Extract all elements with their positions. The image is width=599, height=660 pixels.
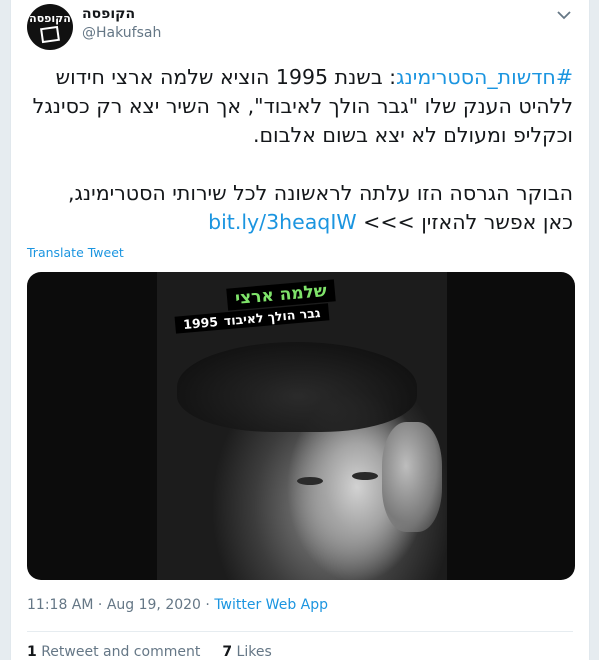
display-name[interactable]: הקופסה [82,6,135,22]
tweet-source-link[interactable]: Twitter Web App [214,597,328,613]
translate-tweet-link[interactable]: Translate Tweet [27,245,124,260]
likes-count: 7 [222,644,233,660]
divider [27,631,573,632]
box-icon [40,25,60,43]
meta-separator-2: · [200,597,215,613]
tweet-media[interactable]: שלמה ארצי 1995 גבר הולך לאיבוד [27,272,575,580]
tweet-line-1-text: : בשנת 1995 הוציא שלמה ארצי חידוש [55,65,397,89]
tweet-time[interactable]: 11:18 AM [27,597,93,613]
tweet-line-4: הבוקר הגרסה הזו עלתה לראשונה לכל שירותי … [67,181,573,205]
likes-stat[interactable]: 7 Likes [222,644,271,660]
tweet-text: #חדשות_הסטרימינג: בשנת 1995 הוציא שלמה א… [27,63,573,237]
likes-label: Likes [236,644,272,660]
photo-hair [177,342,417,432]
tweet-paragraph-gap [27,150,573,179]
photo-eye-left [297,477,323,485]
retweets-count: 1 [27,644,37,660]
user-handle[interactable]: @Hakufsah [82,25,161,41]
avatar-logo-text: הקופסה [29,11,71,25]
tweet-stats: 1 Retweet and comment 7 Likes [27,644,272,660]
tweet-line-3: וכקליפ ומעולם לא יצא בשום אלבום. [252,123,573,147]
short-link[interactable]: bit.ly/3heaqIW [208,210,357,234]
tweet-line-5-text: כאן אפשר להאזין >>> [363,210,573,234]
song-year: 1995 [182,313,219,332]
hashtag-link[interactable]: #חדשות_הסטרימינג [396,65,573,89]
tweet-line-1: #חדשות_הסטרימינג: בשנת 1995 הוציא שלמה א… [27,63,573,92]
photo-hand [382,422,442,532]
photo-eye-right [352,472,378,480]
retweets-label: Retweet and comment [41,644,201,660]
tweet-date[interactable]: Aug 19, 2020 [107,597,201,613]
tweet-card: הקופסה הקופסה @Hakufsah #חדשות_הסטרימינג… [10,0,590,660]
chevron-down-icon-svg [557,10,571,19]
tweet-line-5: כאן אפשר להאזין >>> bit.ly/3heaqIW [27,208,573,237]
tweet-line-2: ללהיט הענק שלו "גבר הולך לאיבוד", אך השי… [32,94,573,118]
tweet-meta: 11:18 AM · Aug 19, 2020 · Twitter Web Ap… [27,597,328,613]
chevron-down-icon[interactable] [555,8,573,22]
retweets-stat[interactable]: 1 Retweet and comment [27,644,200,660]
meta-separator: · [93,597,107,613]
avatar[interactable]: הקופסה [27,4,73,50]
